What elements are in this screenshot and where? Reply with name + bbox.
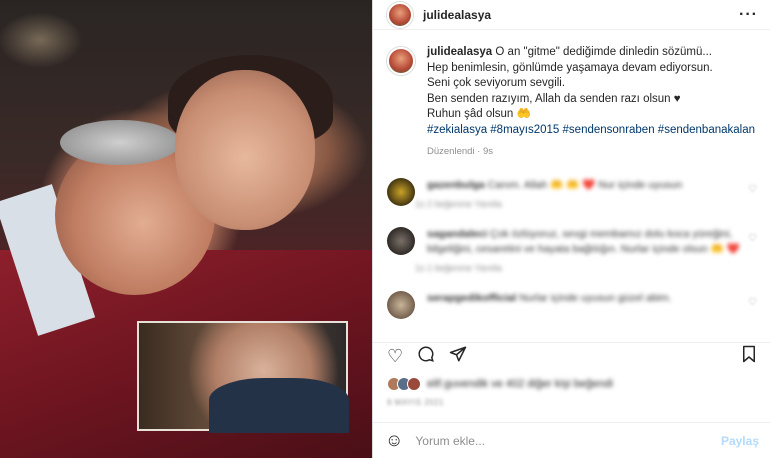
like-heart-icon[interactable]: ♡ xyxy=(387,346,403,367)
comments-section: julidealasya O an "gitme" dediğimde dinl… xyxy=(373,45,770,335)
comment-item: sagandaleci Çok özlüyoruz, sevgi membamı… xyxy=(387,226,757,273)
comment-bubble-icon[interactable] xyxy=(417,345,435,368)
comment-avatar[interactable] xyxy=(387,290,415,319)
comment-like-heart-icon[interactable]: ♡ xyxy=(748,297,757,308)
post-header: julidealasya ··· xyxy=(373,0,770,30)
caption: julidealasya O an "gitme" dediğimde dinl… xyxy=(387,45,757,160)
post-comment-button[interactable]: Paylaş xyxy=(721,434,759,448)
caption-line: Ben senden razıyım, Allah da senden razı… xyxy=(427,92,681,105)
caption-line: Ruhun şâd olsun 🤲 xyxy=(427,108,531,120)
caption-username[interactable]: julidealasya xyxy=(427,46,492,58)
comment-avatar[interactable] xyxy=(387,177,415,206)
comment-username[interactable]: sagandaleci xyxy=(427,228,487,240)
comment-username[interactable]: gazenbulga xyxy=(427,179,485,191)
emoji-icon[interactable]: ☺ xyxy=(385,430,403,451)
photo-woman-face xyxy=(175,70,315,230)
likes-text[interactable]: elif.guvendik ve 402 diğer kişi beğendi xyxy=(427,378,613,390)
comment-like-heart-icon[interactable]: ♡ xyxy=(748,184,757,195)
share-paper-plane-icon[interactable] xyxy=(449,345,467,368)
comment-text: Canım. Allah 🤲 🤲 ❤️ Nur içinde uyusun xyxy=(487,178,683,191)
caption-edited-time: Düzenlendi · 9s xyxy=(427,146,494,157)
action-bar: ♡ xyxy=(373,342,770,370)
add-comment-bar: ☺ Paylaş xyxy=(373,422,770,458)
bookmark-icon[interactable] xyxy=(741,345,757,368)
comment-body: serapgedikofficial Nurlar içinde uyusun … xyxy=(427,291,747,306)
comment-meta: 1s 2 beğenme Yanıtla xyxy=(415,198,502,209)
caption-avatar[interactable] xyxy=(387,47,415,75)
post-side-panel: julidealasya ··· julidealasya O an "gitm… xyxy=(372,0,770,458)
likes-summary[interactable]: elif.guvendik ve 402 diğer kişi beğendi xyxy=(387,377,613,391)
more-horizontal-icon[interactable]: ··· xyxy=(739,6,758,24)
inset-coat xyxy=(209,378,349,433)
caption-line: Seni çok seviyorum sevgili. xyxy=(427,77,566,89)
avatar[interactable] xyxy=(387,1,413,28)
post-photo[interactable] xyxy=(0,0,372,458)
comment-username[interactable]: serapgedikofficial xyxy=(427,292,516,304)
comment-like-heart-icon[interactable]: ♡ xyxy=(748,233,757,244)
comment-item: gazenbulga Canım. Allah 🤲 🤲 ❤️ Nur içind… xyxy=(387,177,757,209)
caption-line: Hep benimlesin, gönlümde yaşamaya devam … xyxy=(427,61,713,74)
post-date: 9 MAYIS 2021 xyxy=(387,398,444,407)
comment-text: Nurlar içinde uyusun güzel abim. xyxy=(519,291,672,304)
inset-photo xyxy=(137,321,349,433)
comment-avatar[interactable] xyxy=(387,226,415,255)
comment-item: serapgedikofficial Nurlar içinde uyusun … xyxy=(387,290,757,319)
comment-meta: 1s 1 beğenme Yanıtla xyxy=(415,262,502,273)
comment-input[interactable] xyxy=(415,433,706,448)
photo-man-hair xyxy=(60,120,180,165)
caption-body: julidealasya O an "gitme" dediğimde dinl… xyxy=(427,45,757,160)
caption-line: O an "gitme" dediğimde dinledin sözümü..… xyxy=(495,46,712,58)
comment-body: sagandaleci Çok özlüyoruz, sevgi membamı… xyxy=(427,227,747,257)
header-username[interactable]: julidealasya xyxy=(423,8,491,22)
caption-hashtags[interactable]: #zekialasya #8mayıs2015 #sendensonraben … xyxy=(427,124,755,136)
comment-body: gazenbulga Canım. Allah 🤲 🤲 ❤️ Nur içind… xyxy=(427,178,747,193)
liker-avatar xyxy=(407,377,421,391)
